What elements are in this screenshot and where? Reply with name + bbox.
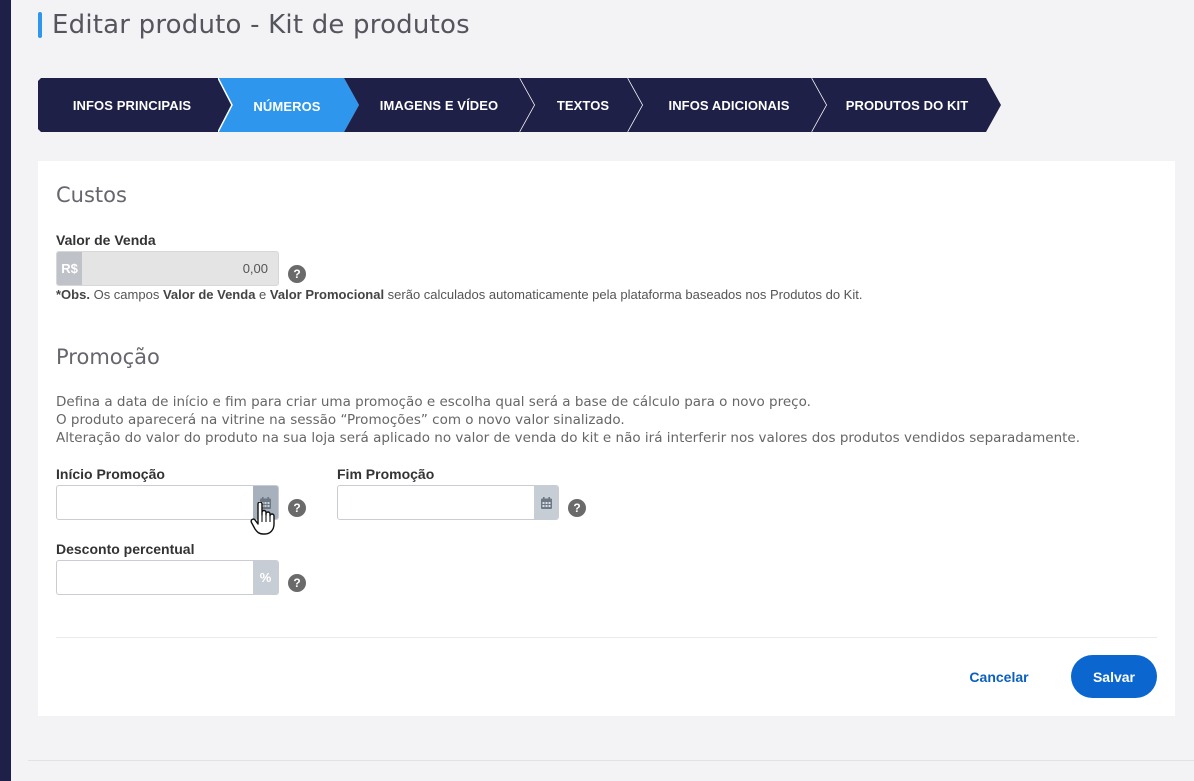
valor-venda-input: [82, 252, 278, 285]
form-card: Custos Valor de Venda R$ ? *Obs. Os camp…: [38, 161, 1175, 716]
title-accent-bar: [38, 12, 42, 38]
percent-suffix: %: [253, 561, 278, 594]
tab-label: TEXTOS: [556, 97, 610, 113]
desconto-percentual-field: %: [56, 560, 279, 595]
description-line: Alteração do valor do produto na sua loj…: [56, 430, 1081, 446]
obs-text: Os campos: [89, 287, 163, 302]
tab-label: IMAGENS E VÍDEO: [379, 97, 499, 113]
section-title-custos: Custos: [56, 183, 127, 207]
desconto-percentual-input[interactable]: [57, 561, 253, 594]
help-icon[interactable]: ?: [288, 574, 306, 592]
help-icon[interactable]: ?: [288, 499, 306, 517]
description-line: Defina a data de início e fim para criar…: [56, 394, 811, 410]
tab-label: INFOS ADICIONAIS: [668, 97, 790, 113]
tab-label: PRODUTOS DO KIT: [845, 97, 969, 113]
tab-imagens-video[interactable]: IMAGENS E VÍDEO: [344, 78, 536, 132]
footer-divider: [28, 760, 1194, 761]
fim-promocao-field: [337, 485, 559, 520]
help-icon[interactable]: ?: [568, 499, 586, 517]
tab-infos-principais[interactable]: INFOS PRINCIPAIS: [38, 78, 236, 132]
inicio-promocao-label: Início Promoção: [56, 466, 165, 482]
inicio-promocao-input[interactable]: [57, 486, 253, 519]
tab-infos-adicionais[interactable]: INFOS ADICIONAIS: [628, 78, 828, 132]
obs-prefix: *Obs.: [56, 287, 90, 302]
hand-pointer-icon: [250, 502, 275, 535]
tab-textos[interactable]: TEXTOS: [520, 78, 644, 132]
fim-promocao-input[interactable]: [338, 486, 534, 519]
valor-venda-label: Valor de Venda: [56, 232, 156, 248]
obs-text: e: [255, 287, 270, 302]
promocao-description: Defina a data de início e fim para criar…: [56, 393, 1080, 447]
save-button[interactable]: Salvar: [1071, 655, 1157, 698]
form-divider: [56, 637, 1157, 638]
currency-prefix: R$: [57, 252, 82, 285]
obs-note: *Obs. Os campos Valor de Venda e Valor P…: [56, 287, 862, 302]
page-header: Editar produto - Kit de produtos: [38, 10, 470, 40]
left-sidebar: [0, 0, 11, 781]
cancel-button[interactable]: Cancelar: [956, 666, 1042, 688]
desconto-percentual-label: Desconto percentual: [56, 541, 195, 557]
calendar-button[interactable]: [534, 486, 558, 519]
calendar-icon: [540, 496, 552, 509]
obs-text: serão calculados automaticamente pela pl…: [384, 287, 863, 302]
obs-bold: Valor de Venda: [162, 287, 256, 302]
description-line: O produto aparecerá na vitrine na sessão…: [56, 412, 625, 428]
tab-label: NÚMEROS: [253, 98, 321, 114]
inicio-promocao-field: [56, 485, 279, 520]
fim-promocao-label: Fim Promoção: [337, 466, 435, 482]
help-icon[interactable]: ?: [288, 265, 306, 283]
tab-numeros[interactable]: NÚMEROS: [218, 78, 360, 132]
tab-produtos-do-kit[interactable]: PRODUTOS DO KIT: [812, 78, 1002, 132]
obs-bold: Valor Promocional: [269, 287, 385, 302]
tab-label: INFOS PRINCIPAIS: [72, 97, 192, 113]
section-title-promocao: Promoção: [56, 345, 160, 369]
valor-venda-field: R$: [56, 251, 279, 286]
page-title: Editar produto - Kit de produtos: [52, 10, 470, 40]
step-tabs: INFOS PRINCIPAIS NÚMEROS IMAGENS E VÍDEO…: [38, 78, 1002, 132]
